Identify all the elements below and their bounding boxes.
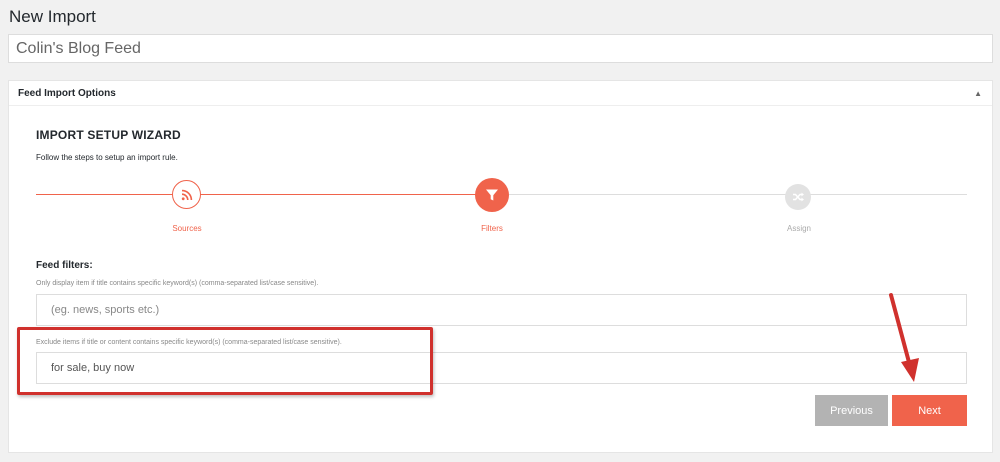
- panel-header[interactable]: Feed Import Options ▲: [9, 81, 992, 106]
- panel-header-label: Feed Import Options: [18, 88, 116, 99]
- include-keywords-help: Only display item if title contains spec…: [36, 280, 319, 287]
- wizard-subtitle: Follow the steps to setup an import rule…: [36, 153, 178, 162]
- feed-filters-heading: Feed filters:: [36, 260, 93, 271]
- previous-button[interactable]: Previous: [815, 395, 888, 426]
- step-label-filters: Filters: [481, 224, 503, 233]
- rss-icon: [181, 189, 192, 200]
- include-keywords-input[interactable]: (eg. news, sports etc.): [36, 294, 967, 326]
- import-title-input[interactable]: Colin's Blog Feed: [8, 34, 993, 63]
- step-label-sources: Sources: [172, 224, 202, 233]
- collapse-toggle-icon[interactable]: ▲: [974, 89, 982, 98]
- progress-line-inactive: [499, 194, 967, 195]
- next-button[interactable]: Next: [892, 395, 967, 426]
- feed-import-options-panel: Feed Import Options ▲ IMPORT SETUP WIZAR…: [8, 80, 993, 453]
- page-title: New Import: [9, 7, 96, 26]
- exclude-keywords-input[interactable]: for sale, buy now: [36, 352, 967, 384]
- shuffle-icon: [792, 192, 804, 202]
- step-assign[interactable]: [785, 184, 811, 210]
- progress-line-active: [36, 194, 499, 195]
- funnel-icon: [486, 189, 498, 201]
- step-filters[interactable]: [475, 178, 509, 212]
- step-sources[interactable]: [172, 180, 201, 209]
- wizard-title: IMPORT SETUP WIZARD: [36, 128, 181, 142]
- step-label-assign: Assign: [786, 224, 811, 233]
- exclude-keywords-help: Exclude items if title or content contai…: [36, 339, 342, 346]
